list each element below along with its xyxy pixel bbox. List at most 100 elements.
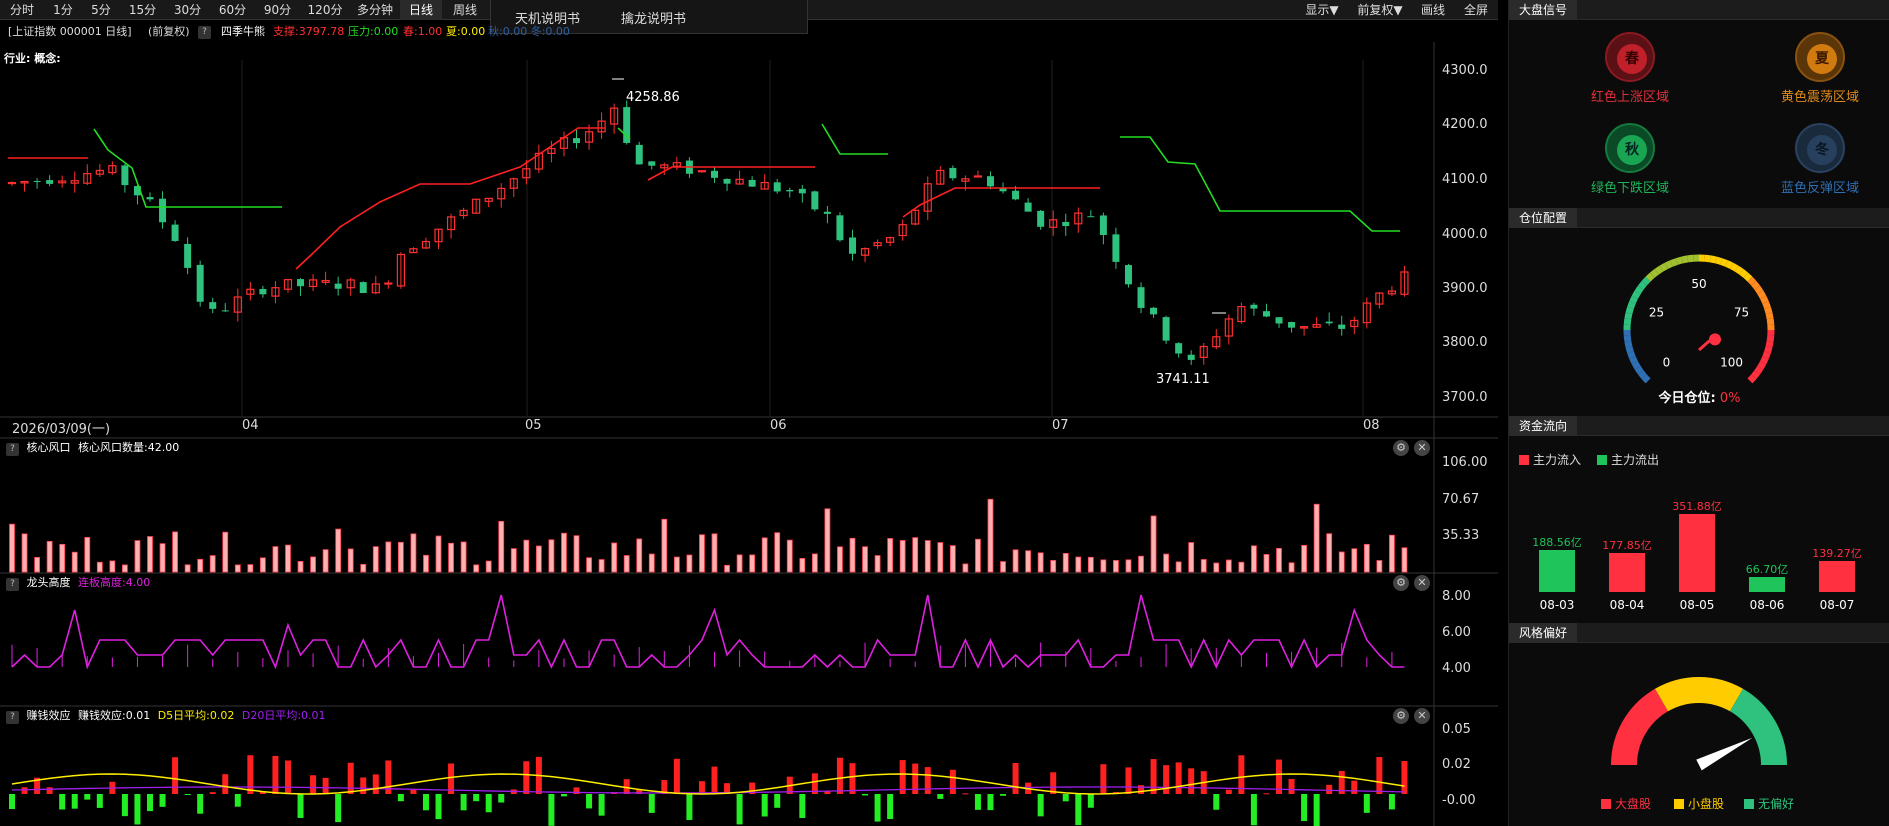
candle-body: [46, 180, 54, 184]
position-label: 今日仓位:: [1658, 391, 1716, 406]
dragon-height-line: [11, 594, 1405, 670]
draw-button[interactable]: 画线: [1414, 0, 1452, 20]
panel2-settings-icon[interactable]: ⚙: [1393, 575, 1409, 591]
core-wind-bar: [59, 543, 66, 573]
period-tab-daily[interactable]: 日线: [400, 0, 442, 20]
core-wind-bar: [1389, 534, 1395, 573]
panel2-help-icon[interactable]: ?: [6, 578, 19, 591]
panel1-header: ? 核心风口 核心风口数量:42.00: [0, 438, 1438, 458]
core-wind-bar: [272, 546, 279, 573]
core-wind-bar: [159, 543, 166, 573]
menu-qinlong-manual[interactable]: 擒龙说明书: [621, 8, 686, 27]
money-effect-bar: [272, 755, 279, 794]
money-effect-bar: [485, 794, 492, 813]
money-effect-bar: [548, 794, 555, 826]
gauge-arc-segment: [1645, 272, 1655, 282]
money-effect-bar: [322, 777, 329, 794]
adjust-dropdown[interactable]: 前复权▼: [1350, 0, 1410, 20]
candle-body: [1150, 307, 1158, 315]
period-tab-30m[interactable]: 30分: [165, 0, 210, 20]
panel3-help-icon[interactable]: ?: [6, 711, 19, 724]
gauge-arc-segment: [1762, 301, 1771, 309]
money-effect-bar: [586, 794, 593, 809]
money-effect-bar: [460, 794, 467, 811]
money-effect-bar: [1012, 762, 1019, 794]
style-gauge-segment: [1611, 688, 1669, 766]
money-effect-bar: [924, 767, 931, 794]
panel3-close-icon[interactable]: ✕: [1414, 708, 1430, 724]
candle-body: [1175, 343, 1183, 354]
period-tab-120m[interactable]: 120分: [300, 0, 350, 20]
core-wind-bar: [1125, 559, 1132, 573]
y-label-4000: 4000.0: [1442, 227, 1488, 242]
period-tab-15m[interactable]: 15分: [120, 0, 165, 20]
gauge-arc-segment: [1624, 312, 1633, 320]
panel3-settings-icon[interactable]: ⚙: [1393, 708, 1409, 724]
period-tab-90m[interactable]: 90分: [255, 0, 300, 20]
core-wind-bar: [1100, 559, 1107, 573]
core-wind-bar: [535, 545, 542, 573]
core-wind-bar: [360, 563, 367, 573]
gauge-arc-segment: [1760, 356, 1769, 365]
core-wind-bar: [523, 539, 530, 573]
money-effect-bar: [949, 769, 956, 794]
money-effect-bar: [849, 763, 856, 794]
period-tab-multi[interactable]: 多分钟: [350, 0, 400, 20]
y-label-3900: 3900.0: [1442, 281, 1488, 296]
flow-date: 08-06: [1749, 598, 1785, 612]
money-effect-bar: [1363, 794, 1370, 813]
style-gauge-segment: [1729, 688, 1787, 766]
panel3-header: ? 赚钱效应 赚钱效应:0.01 D5日平均:0.02 D20日平均:0.01: [0, 706, 1438, 726]
pressure-value: 压力:0.00: [348, 25, 399, 38]
core-wind-bar: [1087, 556, 1094, 573]
fullscreen-button[interactable]: 全屏: [1456, 0, 1496, 20]
panel1-settings-icon[interactable]: ⚙: [1393, 440, 1409, 456]
position-gauge: 0 25 50 75 100: [1623, 254, 1775, 384]
autumn-badge-icon: 秋: [1605, 123, 1655, 173]
candle-body: [1137, 287, 1145, 308]
x-label-aug: 08: [1363, 418, 1380, 433]
period-tab-fenshi[interactable]: 分时: [0, 0, 44, 20]
core-wind-bar: [1025, 550, 1032, 573]
y-label-4100: 4100.0: [1442, 172, 1488, 187]
gauge-needle: [1698, 339, 1711, 352]
panel1-help-icon[interactable]: ?: [6, 443, 19, 456]
x-label-jun: 06: [770, 418, 787, 433]
core-wind-bar: [134, 540, 141, 573]
core-wind-bar: [623, 555, 630, 573]
gauge-arc-segment: [1730, 262, 1739, 272]
money-effect-bar: [1100, 764, 1107, 794]
summer-value: 夏:0.00: [446, 25, 486, 38]
period-tab-weekly[interactable]: 周线: [442, 0, 488, 20]
money-effect-bar: [372, 774, 379, 794]
panel1-close-icon[interactable]: ✕: [1414, 440, 1430, 456]
gauge-arc-segment: [1631, 361, 1641, 370]
candle-body: [848, 237, 856, 254]
core-wind-bar: [247, 564, 254, 573]
core-wind-bar: [1313, 503, 1320, 573]
help-icon[interactable]: ?: [198, 26, 211, 39]
core-wind-bar: [548, 539, 555, 573]
low-annotation: 3741.11: [1156, 372, 1210, 387]
money-effect-bar: [184, 794, 191, 795]
candle-body: [723, 178, 731, 184]
money-effect-bar: [159, 794, 166, 807]
flow-date: 08-04: [1609, 598, 1645, 612]
gauge-arc-segment: [1675, 256, 1684, 265]
money-effect-bar: [962, 793, 969, 795]
period-tab-60m[interactable]: 60分: [210, 0, 255, 20]
core-wind-bar: [1113, 560, 1119, 573]
candle-body: [334, 283, 342, 289]
panel2-close-icon[interactable]: ✕: [1414, 575, 1430, 591]
display-dropdown[interactable]: 显示▼: [1298, 0, 1346, 20]
core-wind-bar: [147, 536, 153, 573]
core-wind-bar: [874, 555, 881, 573]
core-wind-bar: [661, 518, 668, 573]
core-wind-bar: [498, 520, 505, 573]
core-wind-bar: [1163, 553, 1170, 573]
y-label-3700: 3700.0: [1442, 390, 1488, 405]
period-tab-1m[interactable]: 1分: [44, 0, 82, 20]
flow-value: 188.56亿: [1532, 536, 1582, 550]
candle-body: [648, 161, 656, 166]
period-tab-5m[interactable]: 5分: [82, 0, 120, 20]
